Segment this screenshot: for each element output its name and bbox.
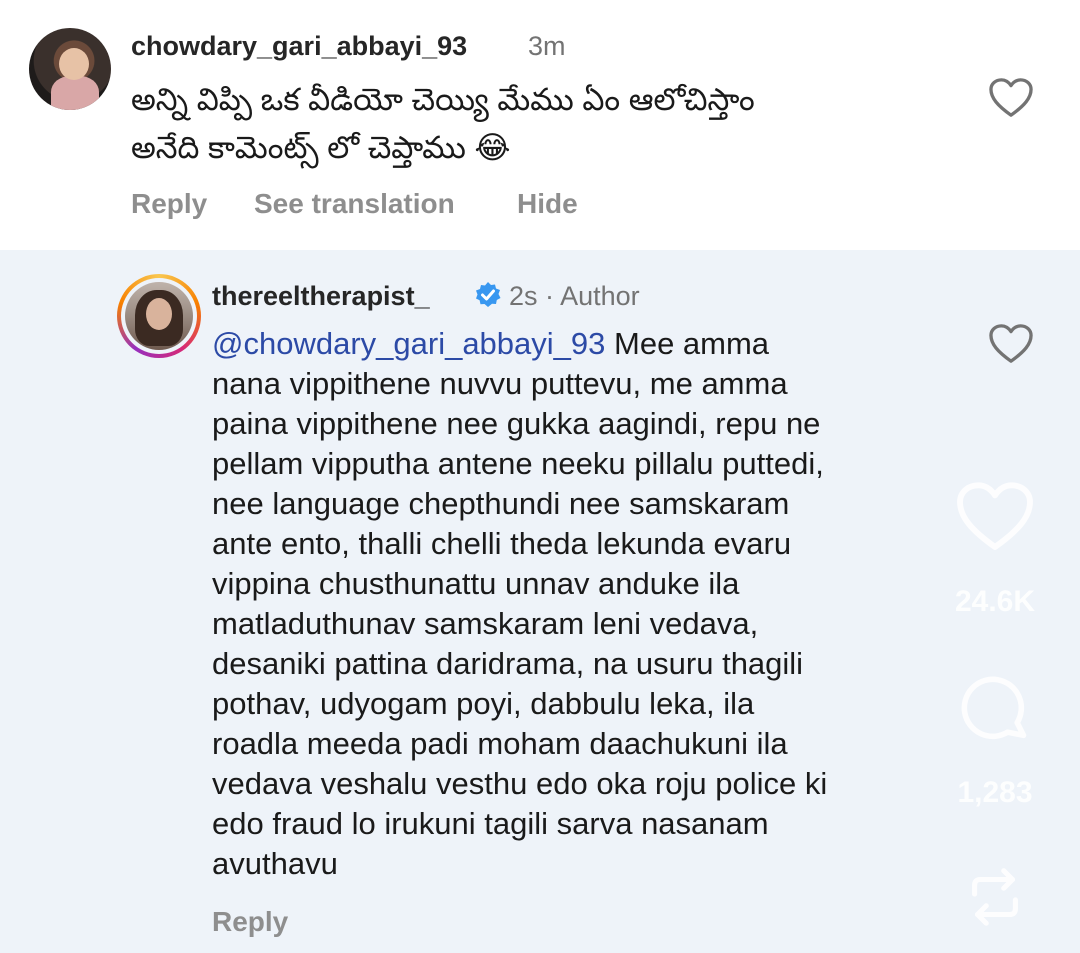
see-translation-button[interactable]: See translation [254, 188, 455, 220]
reply-text-line: vippina chusthunattu unnav anduke ila [212, 566, 740, 601]
reply-text-line: @chowdary_gari_abbayi_93 Mee amma [212, 324, 942, 364]
avatar-face [59, 48, 89, 80]
avatar-body [51, 76, 99, 110]
author-badge: Author [560, 281, 640, 311]
reply-time: 2s · Author [509, 281, 640, 312]
mention-link[interactable]: @chowdary_gari_abbayi_93 [212, 326, 605, 361]
reply-text-line: desaniki pattina daridrama, na usuru tha… [212, 646, 804, 681]
repost-icon[interactable] [960, 862, 1030, 932]
reply-text-line: nee language chepthundi nee samskaram [212, 486, 790, 521]
reply-text-line: ante ento, thalli chelli theda lekunda e… [212, 526, 792, 561]
heart-icon[interactable] [988, 323, 1034, 365]
reply-time-value: 2s [509, 281, 538, 311]
comment-time: 3m [528, 31, 566, 61]
reply-text: @chowdary_gari_abbayi_93 Mee amma nana v… [212, 324, 942, 884]
heart-icon[interactable] [955, 480, 1035, 554]
verified-icon [476, 282, 501, 307]
separator-dot: · [545, 281, 555, 311]
avatar[interactable] [29, 28, 111, 110]
comment-text-line: అనేది కామెంట్స్ లో చెప్తాము 😂 [131, 130, 511, 165]
reply-text-line: avuthavu [212, 846, 338, 881]
hide-button[interactable]: Hide [517, 188, 578, 220]
reply-text-line: vedava veshalu vesthu edo oka roju polic… [212, 766, 828, 801]
comments-count: 1,283 [957, 776, 1033, 809]
reply-text-line: edo fraud lo irukuni tagili sarva nasana… [212, 806, 769, 841]
reply-text-line: paina vippithene nee gukka aagindi, repu… [212, 406, 821, 441]
reply-username[interactable]: thereeltherapist_ [212, 281, 430, 312]
reply-text-line: nana vippithene nuvvu puttevu, me amma [212, 366, 788, 401]
reply-text-line: pellam vipputha antene neeku pillalu put… [212, 446, 824, 481]
comment-text-line: అన్ని విప్పి ఒక వీడియో చెయ్యి మేము ఏం ఆల… [131, 82, 755, 117]
reply-button[interactable]: Reply [212, 906, 288, 938]
comment-icon[interactable] [957, 672, 1033, 748]
reply-button[interactable]: Reply [131, 188, 207, 220]
comment-text: అన్ని విప్పి ఒక వీడియో చెయ్యి మేము ఏం ఆల… [131, 80, 971, 168]
likes-count: 24.6K [954, 585, 1036, 618]
reply-text-line: pothav, udyogam poyi, dabbulu leka, ila [212, 686, 755, 721]
reply-text-line: roadla meeda padi moham daachukuni ila [212, 726, 788, 761]
heart-icon[interactable] [988, 77, 1034, 119]
comment-username[interactable]: chowdary_gari_abbayi_93 [131, 31, 467, 62]
avatar[interactable] [117, 274, 201, 358]
reply-text-fragment: Mee amma [605, 326, 770, 361]
reply-text-line: matladuthunav samskaram leni vedava, [212, 606, 759, 641]
avatar-photo [125, 282, 193, 350]
comment-item: chowdary_gari_abbayi_93 3m అన్ని విప్పి … [0, 0, 1080, 250]
avatar-face [146, 298, 172, 330]
